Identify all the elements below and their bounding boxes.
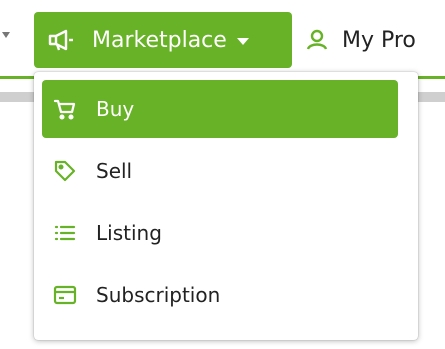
card-icon (52, 282, 78, 308)
my-profile-label: My Pro (342, 27, 416, 53)
my-profile-link[interactable]: My Pro (304, 12, 416, 68)
menu-item-listing[interactable]: Listing (42, 204, 398, 262)
page: Marketplace My Pro Buy Sell Listing Subs… (0, 0, 445, 349)
top-navbar: Marketplace My Pro (0, 0, 445, 79)
caret-down-icon (236, 37, 249, 45)
menu-item-label: Buy (96, 97, 135, 121)
menu-item-label: Listing (96, 221, 162, 245)
user-icon (304, 27, 330, 53)
menu-item-label: Subscription (96, 283, 221, 307)
list-icon (52, 220, 78, 246)
cart-icon (52, 96, 78, 122)
marketplace-menu-button[interactable]: Marketplace (34, 12, 292, 68)
megaphone-icon (46, 26, 76, 54)
marketplace-label: Marketplace (92, 27, 227, 53)
menu-item-buy[interactable]: Buy (42, 80, 398, 138)
menu-item-sell[interactable]: Sell (42, 142, 398, 200)
tag-icon (52, 158, 78, 184)
chevron-down-icon[interactable] (2, 32, 10, 38)
menu-item-label: Sell (96, 159, 133, 183)
menu-item-subscription[interactable]: Subscription (42, 266, 398, 324)
marketplace-dropdown: Buy Sell Listing Subscription (34, 72, 418, 340)
